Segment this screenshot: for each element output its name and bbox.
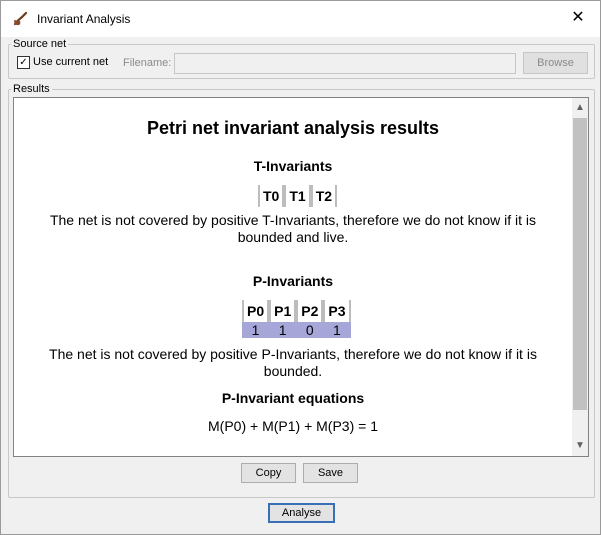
analyse-button[interactable]: Analyse bbox=[268, 503, 335, 523]
t-invariants-table: T0 T1 T2 bbox=[258, 185, 338, 207]
scroll-down-icon[interactable]: ▼ bbox=[572, 438, 588, 454]
results-legend: Results bbox=[13, 83, 50, 95]
results-pane[interactable]: Petri net invariant analysis results T-I… bbox=[13, 97, 589, 457]
t-invariant-column: T2 bbox=[310, 185, 338, 207]
source-net-legend: Source net bbox=[13, 38, 67, 50]
t-invariants-title: T-Invariants bbox=[253, 158, 333, 174]
p-invariant-value: 1 bbox=[242, 322, 270, 338]
close-button[interactable]: ✕ bbox=[563, 5, 593, 31]
invariant-analysis-window: Invariant Analysis ✕ Source net ✓ Use cu… bbox=[0, 0, 601, 535]
t-invariant-column: T1 bbox=[284, 185, 311, 207]
browse-button: Browse bbox=[523, 52, 588, 74]
filename-label: Filename: bbox=[123, 57, 172, 69]
p-invariants-message: The net is not covered by positive P-Inv… bbox=[49, 346, 537, 379]
window-title: Invariant Analysis bbox=[37, 12, 131, 26]
p-invariant-column: P0 bbox=[242, 300, 270, 322]
scrollbar-thumb[interactable] bbox=[573, 118, 587, 410]
vertical-scrollbar[interactable]: ▲ ▼ bbox=[572, 98, 588, 456]
t-invariants-header-row: T0 T1 T2 bbox=[258, 185, 338, 207]
t-invariant-column: T0 bbox=[258, 185, 285, 207]
p-invariant-equation: M(P0) + M(P1) + M(P3) = 1 bbox=[208, 418, 378, 434]
use-current-net-label[interactable]: Use current net bbox=[33, 56, 108, 68]
p-invariants-header-row: P0 P1 P2 P3 bbox=[242, 300, 351, 322]
p-invariant-column: P3 bbox=[323, 300, 351, 322]
p-invariant-value: 1 bbox=[323, 322, 351, 338]
p-invariant-value: 0 bbox=[296, 322, 324, 338]
use-current-net-checkbox[interactable]: ✓ bbox=[17, 56, 30, 69]
results-heading: Petri net invariant analysis results bbox=[146, 118, 440, 138]
filename-field bbox=[174, 53, 516, 74]
p-invariant-value: 1 bbox=[269, 322, 297, 338]
p-invariant-column: P1 bbox=[269, 300, 297, 322]
p-invariants-title: P-Invariants bbox=[252, 273, 334, 289]
title-bar: Invariant Analysis ✕ bbox=[1, 1, 600, 37]
p-invariant-equations-title: P-Invariant equations bbox=[221, 390, 365, 406]
scroll-up-icon[interactable]: ▲ bbox=[572, 100, 588, 116]
p-invariant-column: P2 bbox=[296, 300, 324, 322]
results-content: Petri net invariant analysis results T-I… bbox=[14, 98, 572, 456]
p-invariants-table: P0 P1 P2 P3 1 1 0 1 bbox=[242, 300, 351, 338]
save-button[interactable]: Save bbox=[303, 463, 358, 483]
t-invariants-message: The net is not covered by positive T-Inv… bbox=[49, 212, 537, 245]
pipe-icon bbox=[13, 11, 28, 26]
p-invariants-value-row: 1 1 0 1 bbox=[242, 322, 351, 338]
copy-button[interactable]: Copy bbox=[241, 463, 296, 483]
